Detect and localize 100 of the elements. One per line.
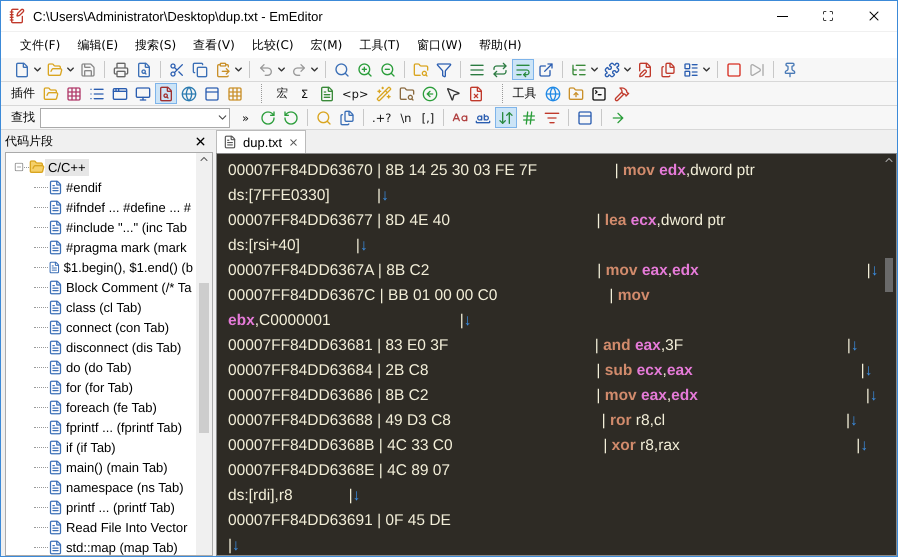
tree-item[interactable]: do (do Tab): [63, 358, 135, 376]
tree-item[interactable]: namespace (ns Tab): [63, 478, 187, 496]
code-line: 00007FF84DD63691 | 0F 45 DE: [228, 511, 452, 531]
menu-item[interactable]: 宏(M): [302, 36, 350, 54]
tree-item[interactable]: $1.begin(), $1.end() (b: [60, 258, 196, 276]
wand-icon: [376, 86, 392, 102]
close-icon[interactable]: [288, 136, 300, 148]
menu-item[interactable]: 比较(C): [242, 36, 302, 54]
snippet-icon: [48, 340, 63, 354]
files-icon: [660, 62, 676, 78]
cut-icon: [169, 62, 185, 78]
tree-item[interactable]: foreach (fe Tab): [63, 398, 160, 416]
tree-item[interactable]: printf ... (printf Tab): [63, 498, 178, 516]
toolbar-text-button[interactable]: 宏: [272, 83, 293, 104]
search-icon: [334, 62, 350, 78]
toolbar-label: 查找: [11, 109, 36, 126]
tree-item[interactable]: main() (main Tab): [63, 458, 171, 476]
filter-icon: [436, 62, 452, 78]
tree-item[interactable]: for (for Tab): [63, 378, 136, 396]
snippet-icon: [48, 440, 63, 454]
monitor-icon: [135, 86, 151, 102]
tree-item[interactable]: fprintf ... (fprintf Tab): [63, 418, 186, 436]
toolbar-text-button[interactable]: Σ: [294, 83, 315, 104]
file-pen-icon: [637, 62, 653, 78]
tree-item[interactable]: #endif: [63, 178, 104, 196]
file-search-button[interactable]: [155, 83, 177, 104]
scroll-thumb[interactable]: [199, 283, 209, 433]
tree-item[interactable]: Block Comment (/* Ta: [63, 278, 194, 296]
tree-item[interactable]: Read File Into Vector: [63, 518, 190, 536]
scroll-thumb[interactable]: [885, 258, 893, 292]
menu-item[interactable]: 搜索(S): [126, 36, 184, 54]
code-line: ds:[rsi+40] |↓: [228, 236, 369, 256]
tree-item[interactable]: class (cl Tab): [63, 298, 145, 316]
files-icon: [339, 110, 355, 126]
grid-icon: [66, 86, 82, 102]
panel-title: 代码片段: [5, 132, 53, 150]
snippet-icon: [48, 480, 63, 494]
tree-item[interactable]: if (if Tab): [63, 438, 119, 456]
tree-item[interactable]: C/C++: [45, 158, 89, 176]
document-icon: [223, 135, 237, 149]
code-line: 00007FF84DD63670 | 8B 14 25 30 03 FE 7F | mov edx,dword ptr: [228, 161, 756, 181]
file-x-icon: [468, 86, 484, 102]
tree-icon: [571, 62, 587, 78]
snippet-icon: [48, 200, 63, 214]
tree-item[interactable]: #include "..." (inc Tab: [63, 218, 190, 236]
folder-icon: [29, 159, 45, 175]
toolbar-text-button[interactable]: \n: [395, 107, 416, 128]
arrows-icon: [498, 110, 514, 126]
snippet-icon: [48, 240, 63, 254]
arrow-left-icon: [422, 86, 438, 102]
rotate-icon: [260, 110, 276, 126]
hammer-icon: [614, 86, 630, 102]
toolbar-text-button[interactable]: .+?: [369, 107, 394, 128]
menu-item[interactable]: 文件(F): [11, 36, 68, 54]
code-line: 00007FF84DD63684 | 2B C8 | sub ecx,eax |↓: [228, 361, 874, 381]
menu-item[interactable]: 窗口(W): [408, 36, 470, 54]
code-line: |↓: [228, 536, 241, 555]
tree-item[interactable]: connect (con Tab): [63, 318, 172, 336]
menu-item[interactable]: 工具(T): [350, 36, 408, 54]
undo-icon: [258, 62, 274, 78]
search-icon: [316, 110, 332, 126]
hash-icon: [521, 110, 538, 126]
menu-item[interactable]: 编辑(E): [68, 36, 126, 54]
list-filter-icon: [544, 110, 560, 126]
arrows-button[interactable]: [495, 107, 518, 128]
code-line: ebx,C0000001 |↓: [228, 311, 473, 331]
snippet-icon: [48, 420, 63, 434]
scrollbar[interactable]: [196, 153, 212, 555]
snippet-icon: [48, 400, 63, 414]
code-line: 00007FF84DD6367C | BB 01 00 00 C0 | mov: [228, 286, 651, 306]
play-icon: [749, 62, 765, 78]
folder-up-icon: [568, 86, 584, 102]
code-line: 00007FF84DD6368B | 4C 33 C0 | xor r8,rax |↓: [228, 436, 870, 456]
snippet-icon: [48, 300, 63, 314]
tree-item[interactable]: disconnect (dis Tab): [63, 338, 184, 356]
file-icon: [14, 62, 30, 78]
tree-item[interactable]: std::map (map Tab): [63, 538, 181, 555]
toolbar-text-button[interactable]: <p>: [339, 83, 372, 104]
snippet-icon: [48, 460, 63, 474]
tree-item[interactable]: #ifndef ... #define ... #: [63, 198, 194, 216]
repeat-icon: [492, 62, 508, 78]
wrap-button[interactable]: [512, 59, 534, 80]
collapse-icon[interactable]: [14, 162, 24, 172]
snippet-icon: [48, 500, 63, 514]
tree-item[interactable]: #pragma mark (mark: [63, 238, 190, 256]
toolbar-text-button[interactable]: [,]: [417, 107, 438, 128]
paste-icon: [215, 62, 231, 78]
pin-icon: [782, 62, 798, 78]
folder-icon: [47, 62, 63, 78]
snippet-icon: [48, 520, 63, 534]
menu-item[interactable]: 帮助(H): [470, 36, 530, 54]
folder-search-icon: [413, 62, 429, 78]
menu-item[interactable]: 查看(V): [184, 36, 243, 54]
tab-label: dup.txt: [243, 134, 282, 150]
close-icon[interactable]: [194, 134, 207, 148]
toolbar-text-button[interactable]: »: [235, 107, 256, 128]
document-tab[interactable]: dup.txt: [216, 130, 306, 153]
snippet-icon: [48, 280, 63, 294]
file-search-icon: [158, 86, 174, 102]
snippet-icon: [48, 180, 63, 194]
